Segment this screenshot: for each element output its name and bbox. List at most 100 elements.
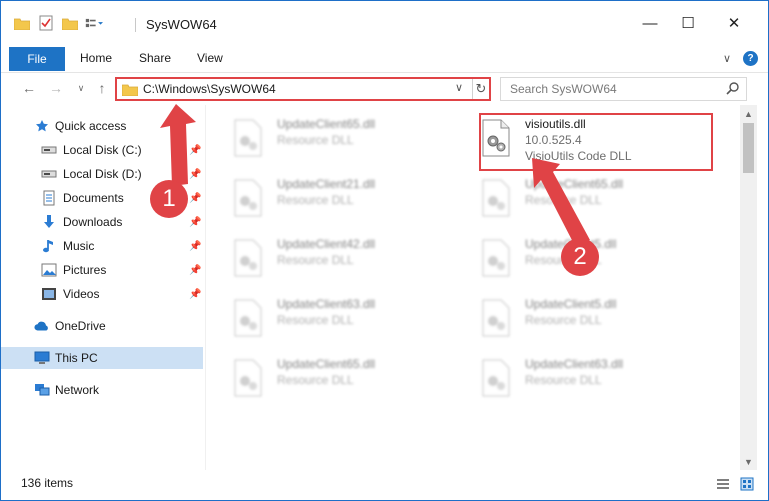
tab-file[interactable]: File [9,47,65,71]
pin-icon[interactable]: 📌 [189,289,201,300]
tab-view[interactable]: View [197,51,223,65]
file-list: UpdateClient65.dll Resource DLL UpdateCl… [211,105,739,470]
forward-button[interactable]: → [48,80,64,96]
tab-share[interactable]: Share [139,51,171,65]
file-type: Resource DLL [277,133,354,147]
properties-icon[interactable] [37,15,55,31]
pin-icon[interactable]: 📌 [189,169,201,180]
scroll-down-icon[interactable]: ▼ [740,455,757,469]
nav-local-disk-c[interactable]: Local Disk (C:) 📌 [1,139,203,161]
expand-ribbon-icon[interactable]: ∨ [723,52,731,65]
step-badge-1: 1 [150,180,188,218]
nav-label: Local Disk (C:) [63,143,142,157]
nav-pictures[interactable]: Pictures 📌 [1,259,203,281]
nav-label: Pictures [63,263,107,277]
nav-this-pc[interactable]: This PC [1,347,203,369]
dll-file-icon [234,239,262,277]
nav-label: Network [55,383,100,397]
large-icons-view-icon[interactable] [739,476,755,492]
tab-home[interactable]: Home [80,51,112,65]
nav-label: Quick access [55,119,127,133]
pane-divider[interactable] [205,105,206,470]
ribbon-controls: ∨ ? [723,51,758,66]
nav-label: OneDrive [55,319,106,333]
scroll-up-icon[interactable]: ▲ [740,107,757,121]
file-item[interactable]: UpdateClient65.dll Resource DLL [211,351,441,403]
dll-file-icon [482,179,510,217]
customize-toolbar-icon[interactable] [85,15,103,31]
search-icon[interactable] [726,81,740,98]
dll-file-icon [234,359,262,397]
pin-icon[interactable]: 📌 [189,193,201,204]
nav-quick-access[interactable]: Quick access [1,115,203,137]
nav-videos[interactable]: Videos 📌 [1,283,203,305]
drive-icon [41,142,57,158]
scrollbar-thumb[interactable] [743,123,754,173]
file-type: Resource DLL [525,193,602,207]
recent-locations-button[interactable]: ∨ [73,80,89,96]
address-bar[interactable]: C:\Windows\SysWOW64 ∨ ↻ [115,77,491,101]
folder-icon[interactable] [13,15,31,31]
file-item[interactable]: UpdateClient42.dll Resource DLL [211,231,441,283]
file-item[interactable]: UpdateClient65.dll Resource DLL [459,171,689,223]
back-button[interactable]: ← [21,80,37,96]
maximize-button[interactable]: ☐ [667,11,709,35]
file-type: Resource DLL [277,193,354,207]
file-item[interactable]: UpdateClient21.dll Resource DLL [211,171,441,223]
search-box[interactable]: Search SysWOW64 [500,77,747,101]
file-type: Resource DLL [525,313,602,327]
close-button[interactable]: ✕ [713,11,755,35]
new-folder-icon[interactable] [61,15,79,31]
file-type: Resource DLL [277,253,354,267]
dll-file-icon [482,299,510,337]
highlight-box [479,113,713,171]
file-item[interactable]: UpdateClient63.dll Resource DLL [459,351,689,403]
status-bar: 136 items [1,471,768,500]
pin-icon[interactable]: 📌 [189,217,201,228]
pin-icon[interactable]: 📌 [189,241,201,252]
nav-onedrive[interactable]: OneDrive [1,315,203,337]
pin-icon[interactable]: 📌 [189,265,201,276]
folder-icon [121,83,139,99]
help-icon[interactable]: ? [743,51,758,66]
explorer-window: SysWOW64 — ☐ ✕ File Home Share View ∨ ? … [0,0,769,501]
address-dropdown-icon[interactable]: ∨ [455,81,463,94]
up-button[interactable]: ↑ [94,80,110,96]
quick-access-toolbar [13,15,103,31]
window-title: SysWOW64 [146,17,217,32]
file-type: Resource DLL [525,373,602,387]
file-name: UpdateClient5.dll [525,297,617,311]
dll-file-icon [234,179,262,217]
ribbon-tabs: File Home Share View ∨ ? [1,43,768,73]
nav-label: Videos [63,287,100,301]
file-type: Resource DLL [277,373,354,387]
dll-file-icon [482,239,510,277]
search-input[interactable]: Search SysWOW64 [510,82,617,96]
vertical-scrollbar[interactable]: ▲ ▼ [740,105,757,470]
file-item[interactable]: UpdateClient5.dll Resource DLL [459,291,689,343]
nav-network[interactable]: Network [1,379,203,401]
details-view-icon[interactable] [715,476,731,492]
nav-label: Music [63,239,95,253]
item-count: 136 items [21,476,74,490]
file-name: UpdateClient65.dll [277,117,376,131]
file-name: UpdateClient65.dll [277,357,376,371]
dll-file-icon [234,299,262,337]
pin-icon[interactable]: 📌 [189,145,201,156]
minimize-button[interactable]: — [629,11,671,35]
videos-icon [41,286,57,302]
pictures-icon [41,262,57,278]
file-item[interactable]: UpdateClient63.dll Resource DLL [211,291,441,343]
nav-music[interactable]: Music 📌 [1,235,203,257]
file-item[interactable]: UpdateClient65.dll Resource DLL [211,111,441,163]
dll-file-icon [482,359,510,397]
address-path[interactable]: C:\Windows\SysWOW64 [143,82,276,96]
nav-label: This PC [55,351,98,365]
navigation-pane: Quick access Local Disk (C:) 📌 Local Dis… [1,105,205,470]
step-badge-2: 2 [561,238,599,276]
network-icon [34,382,50,398]
refresh-button[interactable]: ↻ [472,79,489,99]
nav-label: Documents [63,191,124,205]
cloud-icon [34,318,50,334]
address-row: ← → ∨ ↑ C:\Windows\SysWOW64 ∨ ↻ Search S… [1,73,768,105]
